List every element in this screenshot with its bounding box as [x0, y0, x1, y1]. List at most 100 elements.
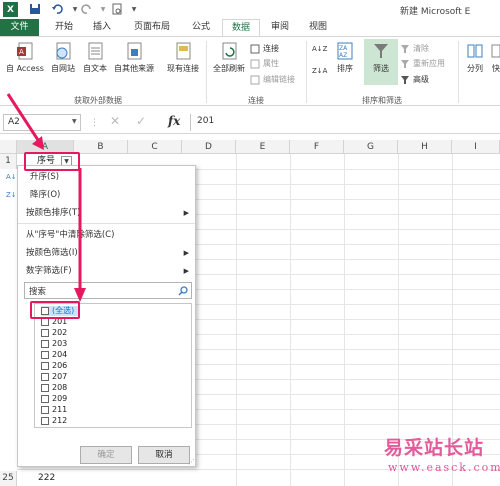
svg-text:ZA: ZA	[339, 45, 348, 52]
list-item[interactable]: 209	[41, 394, 67, 404]
from-text-button[interactable]: 自文本	[78, 41, 112, 74]
value-checkbox[interactable]	[41, 351, 49, 359]
undo-icon[interactable]	[50, 2, 64, 16]
annotation-arrows	[6, 93, 86, 302]
confirm-entry-icon[interactable]: ✓	[136, 114, 146, 128]
value-checkbox[interactable]	[41, 395, 49, 403]
advanced-filter-button[interactable]: 高级	[400, 74, 429, 85]
tab-data[interactable]: 数据	[222, 19, 260, 36]
list-item[interactable]: 204	[41, 350, 67, 360]
tab-insert[interactable]: 插入	[86, 19, 118, 36]
flash-fill-icon	[491, 44, 500, 58]
value-checkbox[interactable]	[41, 417, 49, 425]
sort-descending-button[interactable]: Z↓A	[312, 67, 327, 75]
watermark-url: www.easck.com	[388, 461, 500, 474]
submenu-arrow-icon: ▶	[183, 209, 189, 217]
filter-button[interactable]: 筛选	[364, 39, 398, 85]
column-header-i[interactable]: I	[452, 140, 500, 154]
sort-ascending-button[interactable]: A↓Z	[312, 45, 327, 53]
grid-line	[344, 154, 345, 486]
connections-icon	[250, 44, 260, 53]
formula-input[interactable]: 201	[190, 114, 500, 131]
properties-button[interactable]: 属性	[250, 58, 279, 69]
column-header-g[interactable]: G	[344, 140, 398, 154]
existing-connections-icon	[176, 42, 191, 60]
cell-a25[interactable]: 222	[38, 471, 55, 486]
tab-file[interactable]: 文件	[0, 19, 39, 36]
connections-button[interactable]: 连接	[250, 43, 279, 54]
tab-review[interactable]: 审阅	[264, 19, 296, 36]
list-item[interactable]: 202	[41, 328, 67, 338]
from-web-button[interactable]: 自网站	[46, 41, 80, 74]
column-header-c[interactable]: C	[128, 140, 182, 154]
other-sources-icon	[127, 42, 142, 60]
ribbon-tabs: 文件 开始 插入 页面布局 公式 数据 审阅 视图	[0, 19, 500, 36]
grid-line	[236, 154, 237, 486]
tab-page-layout[interactable]: 页面布局	[126, 19, 178, 36]
reapply-button[interactable]: 重新应用	[400, 58, 445, 69]
redo-dropdown-icon[interactable]: ▼	[96, 2, 110, 16]
column-header-e[interactable]: E	[236, 140, 290, 154]
watermark-title: 易采站长站	[384, 437, 485, 459]
filter-funnel-icon	[374, 44, 388, 58]
sort-az-icon: A↓Z	[312, 45, 328, 53]
list-item[interactable]: 211	[41, 405, 67, 415]
svg-text:A: A	[19, 48, 24, 56]
value-checkbox[interactable]	[41, 329, 49, 337]
web-globe-icon	[56, 42, 71, 60]
group-separator	[206, 41, 207, 103]
submenu-arrow-icon: ▶	[183, 249, 189, 257]
refresh-icon	[222, 42, 237, 60]
clear-filter-icon	[401, 44, 409, 53]
access-icon: A	[17, 42, 33, 60]
list-item[interactable]: 207	[41, 372, 67, 382]
column-header-d[interactable]: D	[182, 140, 236, 154]
column-header-f[interactable]: F	[290, 140, 344, 154]
tab-view[interactable]: 视图	[302, 19, 334, 36]
from-access-button[interactable]: A 自 Access	[4, 41, 46, 74]
list-item[interactable]: 206	[41, 361, 67, 371]
row-header-25[interactable]: 25	[0, 471, 17, 486]
excel-logo-icon: X	[3, 2, 18, 17]
tab-formulas[interactable]: 公式	[184, 19, 218, 36]
reapply-icon	[401, 59, 409, 68]
filter-values-list[interactable]: (全选) 201 202 203 204 206 207 208 209 211…	[34, 303, 192, 428]
list-item[interactable]: 203	[41, 339, 67, 349]
cancel-button[interactable]: 取消	[138, 446, 190, 464]
insert-function-icon[interactable]: fx	[168, 114, 180, 128]
window-title: 新建 Microsoft E	[400, 7, 471, 17]
value-checkbox[interactable]	[41, 373, 49, 381]
text-to-columns-button[interactable]: 分列	[462, 41, 488, 74]
title-bar: X ▼ ▼ ▼ 新建 Microsoft E	[0, 0, 500, 19]
clear-filter-button[interactable]: 清除	[400, 43, 429, 54]
sort-za-icon: Z↓A	[312, 67, 328, 75]
value-checkbox[interactable]	[41, 318, 49, 326]
list-item[interactable]: 214	[41, 427, 67, 428]
refresh-all-button[interactable]: 全部刷新	[210, 41, 248, 74]
value-checkbox[interactable]	[41, 340, 49, 348]
grid-line	[290, 154, 291, 486]
sort-button[interactable]: ZA AZ 排序	[332, 41, 358, 74]
from-other-sources-button[interactable]: 自其他来源	[110, 41, 158, 74]
column-header-h[interactable]: H	[398, 140, 452, 154]
save-icon[interactable]	[28, 2, 42, 16]
advanced-filter-icon	[401, 75, 409, 84]
value-checkbox[interactable]	[41, 384, 49, 392]
value-checkbox[interactable]	[41, 406, 49, 414]
existing-connections-button[interactable]: 现有连接	[164, 41, 202, 74]
group-separator	[306, 41, 307, 103]
arrowhead-icon	[74, 288, 86, 302]
resize-grip-icon[interactable]: ⋰	[188, 458, 195, 466]
edit-links-button[interactable]: 编辑链接	[250, 74, 295, 85]
tab-home[interactable]: 开始	[48, 19, 80, 36]
flash-fill-button[interactable]: 快	[490, 41, 500, 74]
list-item[interactable]: 212	[41, 416, 67, 426]
redo-icon[interactable]	[80, 2, 94, 16]
value-checkbox[interactable]	[41, 362, 49, 370]
ok-button[interactable]: 确定	[80, 446, 132, 464]
sort-icon: ZAAZ	[337, 42, 353, 60]
cancel-entry-icon[interactable]: ✕	[110, 114, 120, 128]
print-preview-icon[interactable]	[110, 2, 124, 16]
list-item[interactable]: 208	[41, 383, 67, 393]
customize-qat-icon[interactable]: ▼	[127, 2, 141, 16]
